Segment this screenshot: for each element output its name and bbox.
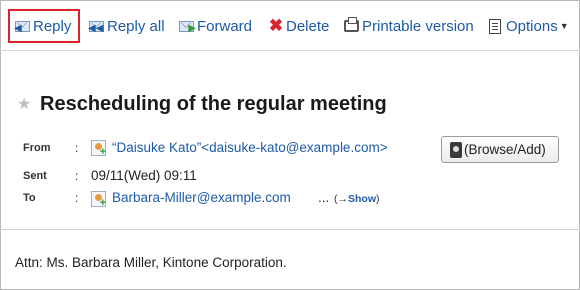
delete-label: Delete bbox=[286, 17, 330, 35]
recipient-link[interactable]: Barbara-Miller@example.com bbox=[112, 190, 291, 205]
show-link[interactable]: Show bbox=[348, 193, 376, 205]
sent-value: 09/11(Wed) 09:11 bbox=[91, 168, 197, 183]
reply-all-icon: ◀◀ bbox=[88, 21, 104, 34]
recipient-more: ... bbox=[318, 190, 330, 205]
forward-button[interactable]: ▶ Forward bbox=[178, 16, 252, 36]
reply-all-button[interactable]: ◀◀ Reply all bbox=[88, 16, 165, 36]
user-add-icon[interactable] bbox=[91, 140, 106, 158]
reply-all-label: Reply all bbox=[107, 17, 165, 35]
printable-label: Printable version bbox=[362, 17, 474, 35]
forward-icon: ▶ bbox=[178, 18, 196, 34]
star-icon[interactable]: ★ bbox=[17, 97, 31, 113]
sender-link[interactable]: “Daisuke Kato”<daisuke-kato@example.com> bbox=[112, 140, 388, 155]
message-body: Attn: Ms. Barbara Miller, Kintone Corpor… bbox=[15, 255, 287, 270]
sent-label: Sent bbox=[23, 170, 47, 182]
body-divider bbox=[0, 229, 580, 230]
user-add-icon[interactable] bbox=[91, 191, 106, 209]
delete-icon: ✖ bbox=[268, 16, 284, 35]
from-colon: : bbox=[75, 141, 79, 155]
printer-icon bbox=[343, 17, 361, 34]
toolbar-divider bbox=[0, 50, 580, 51]
sent-colon: : bbox=[75, 169, 79, 183]
reply-icon: ◀ bbox=[14, 18, 32, 34]
options-label: Options bbox=[506, 17, 558, 35]
from-label: From bbox=[23, 142, 51, 154]
browse-add-button[interactable]: (Browse/Add) bbox=[441, 136, 559, 163]
show-recipients: (→Show) bbox=[334, 193, 380, 205]
options-menu-button[interactable]: Options ▼ bbox=[487, 16, 569, 36]
browse-add-label: (Browse/Add) bbox=[464, 142, 546, 157]
reply-label: Reply bbox=[33, 17, 72, 35]
toolbar: ◀ Reply ◀◀ Reply all ▶ Forward ✖ Delete … bbox=[0, 0, 580, 50]
chevron-down-icon: ▼ bbox=[559, 21, 569, 31]
address-book-icon bbox=[450, 141, 462, 158]
delete-button[interactable]: ✖ Delete bbox=[267, 16, 329, 36]
options-icon bbox=[487, 18, 505, 34]
show-open: (→ bbox=[334, 193, 348, 205]
message-subject: Rescheduling of the regular meeting bbox=[40, 93, 387, 115]
show-close: ) bbox=[376, 193, 380, 205]
printable-version-button[interactable]: Printable version bbox=[343, 16, 474, 36]
forward-label: Forward bbox=[197, 17, 253, 35]
reply-button[interactable]: ◀ Reply bbox=[14, 16, 71, 36]
to-label: To bbox=[23, 192, 36, 204]
to-colon: : bbox=[75, 191, 79, 205]
